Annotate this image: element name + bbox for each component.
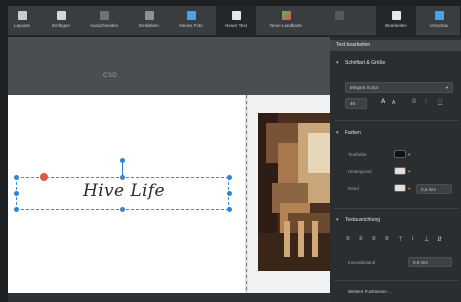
border-color-swatch[interactable] (394, 184, 406, 192)
resize-handle-bottom-right[interactable] (227, 207, 232, 212)
toolbar-new-map-button[interactable]: Neue Landkarte (262, 6, 310, 36)
font-size-up-icon[interactable]: A (381, 99, 385, 105)
toolbar-insert-label: Einfügen (52, 23, 70, 28)
toolbar-edit-button[interactable]: Bearbeiten (376, 6, 416, 36)
align-extra-icon[interactable]: ⇵ (437, 236, 442, 243)
align-left-icon[interactable]: ≡ (346, 236, 350, 242)
bold-icon[interactable]: B (412, 99, 416, 105)
photo-frame[interactable] (258, 113, 330, 271)
toolbar-new-text-button[interactable]: Neuer Text (216, 6, 256, 36)
main-toolbar: Layouts Einfügen Ausschneiden Einkleben … (8, 6, 460, 36)
paste-icon (144, 11, 154, 20)
toolbar-new-text-label: Neuer Text (225, 23, 247, 28)
toolbar-new-photo-button[interactable]: Neues Foto (172, 6, 210, 36)
underline-icon[interactable]: U (438, 99, 442, 105)
border-color-dropdown-icon[interactable]: ▾ (408, 186, 410, 192)
border-width-value: 0,5 mm (421, 187, 437, 192)
resize-handle-top[interactable] (120, 175, 125, 180)
font-size-value: 46 (350, 101, 356, 106)
align-middle-icon[interactable]: ↕ (411, 236, 414, 242)
toolbar-edit-label: Bearbeiten (385, 23, 407, 28)
move-handle[interactable] (40, 173, 48, 181)
align-right-icon[interactable]: ≡ (372, 236, 376, 242)
toolbar-cut-button[interactable]: Ausschneiden (84, 6, 124, 36)
toolbar-insert-button[interactable]: Einfügen (46, 6, 76, 36)
edit-icon (391, 11, 401, 20)
new-text-icon (231, 11, 241, 20)
font-section-chevron-icon[interactable]: ▾ (336, 60, 339, 66)
panel-header: Text bearbeiten (330, 40, 461, 51)
resize-handle-bottom-left[interactable] (14, 207, 19, 212)
separator-2 (334, 208, 458, 209)
font-family-select[interactable]: Elegant Script ▾ (345, 82, 453, 93)
background-color-swatch[interactable] (394, 167, 406, 175)
align-justify-icon[interactable]: ≡ (385, 236, 389, 242)
align-bottom-icon[interactable]: ⊥ (424, 236, 429, 243)
preview-icon (434, 11, 444, 20)
layouts-icon (17, 11, 27, 20)
align-center-icon[interactable]: ≡ (359, 236, 363, 242)
new-photo-icon (186, 11, 196, 20)
font-section-title[interactable]: Schriftart & Größe (345, 60, 385, 66)
padding-label: Innenabstand (348, 260, 376, 265)
colors-section-chevron-icon[interactable]: ▾ (336, 130, 339, 136)
font-size-select[interactable]: 46 (345, 98, 367, 109)
align-top-icon[interactable]: ⊤ (398, 236, 403, 243)
text-color-dropdown-icon[interactable]: ▾ (408, 152, 410, 158)
text-color-swatch[interactable] (394, 150, 406, 158)
spread-label: CSD (103, 73, 118, 79)
font-family-value: Elegant Script (350, 85, 379, 90)
canvas-top-band (8, 37, 330, 95)
canvas-text[interactable]: Hive Life (60, 181, 188, 201)
text-color-label: Textfarbe (348, 152, 367, 157)
toolbar-new-map-label: Neue Landkarte (269, 23, 303, 28)
italic-icon[interactable]: I (425, 99, 427, 105)
resize-handle-bottom[interactable] (120, 207, 125, 212)
background-color-label: Hintergrund (348, 169, 372, 174)
insert-icon (56, 11, 66, 20)
resize-handle-top-left[interactable] (14, 175, 19, 180)
separator-3 (334, 280, 458, 281)
font-family-dropdown-icon: ▾ (445, 85, 448, 90)
toolbar-layouts-button[interactable]: Layouts (8, 6, 36, 36)
background-color-dropdown-icon[interactable]: ▾ (408, 169, 410, 175)
toolbar-paste-button[interactable]: Einkleben (132, 6, 166, 36)
padding-value: 0,5 mm (413, 260, 429, 265)
resize-handle-left[interactable] (14, 191, 19, 196)
alignment-section-chevron-icon[interactable]: ▾ (336, 217, 339, 223)
font-size-down-icon[interactable]: A (392, 100, 395, 106)
blank-icon (334, 11, 344, 20)
photo-image (258, 113, 330, 271)
separator-1 (334, 120, 458, 121)
panel-title: Text bearbeiten (336, 42, 371, 48)
cut-icon (99, 11, 109, 20)
toolbar-layouts-label: Layouts (14, 23, 30, 28)
alignment-section-title[interactable]: Textausrichtung (345, 217, 380, 223)
toolbar-cut-label: Ausschneiden (89, 23, 119, 28)
resize-handle-right[interactable] (227, 191, 232, 196)
toolbar-paste-label: Einkleben (139, 23, 159, 28)
toolbar-blank-button[interactable] (326, 6, 352, 36)
border-width-field[interactable]: 0,5 mm (416, 184, 452, 194)
toolbar-preview-button[interactable]: Vorschau (420, 6, 458, 36)
resize-handle-top-right[interactable] (227, 175, 232, 180)
colors-section-title[interactable]: Farben (345, 130, 361, 136)
new-map-icon (281, 11, 291, 20)
toolbar-new-photo-label: Neues Foto (179, 23, 203, 28)
page-divider (246, 95, 247, 293)
canvas-bottom-bar (8, 293, 330, 302)
more-functions-link[interactable]: Weitere Funktionen … (348, 289, 393, 294)
toolbar-preview-label: Vorschau (429, 23, 449, 28)
rotation-handle[interactable] (120, 158, 125, 163)
padding-field[interactable]: 0,5 mm (408, 257, 452, 267)
border-color-label: Rand (348, 186, 359, 191)
